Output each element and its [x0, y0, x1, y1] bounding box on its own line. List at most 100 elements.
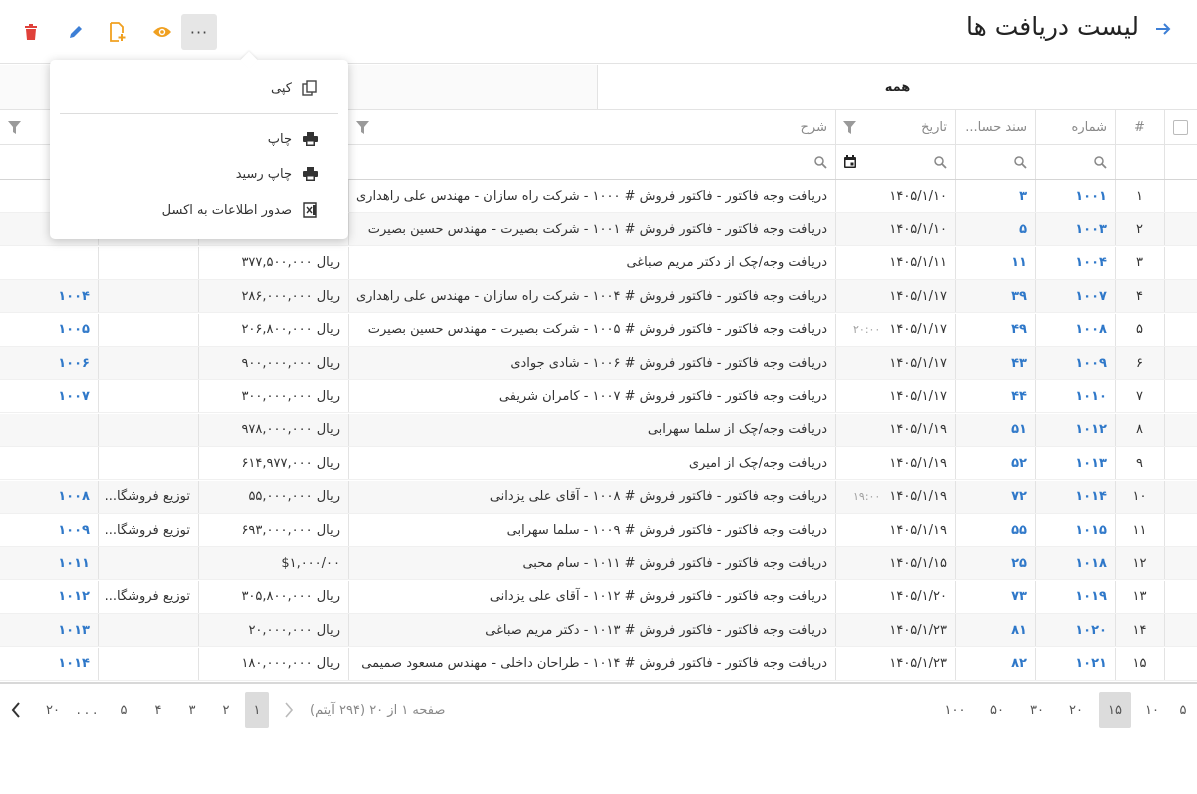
- document-number[interactable]: ۲۵: [955, 547, 1035, 579]
- receipt-number-text[interactable]: ۱۰۱۳: [1075, 456, 1107, 471]
- document-number-text[interactable]: ۳۹: [1011, 289, 1027, 304]
- invoice-ref[interactable]: ۱۰۱۱: [0, 547, 98, 579]
- table-row[interactable]: ۱۰ ۱۰۱۴ ۷۲ ۱۴۰۵/۱/۱۹ ۱۹:۰۰ دریافت وجه فاکتور …: [0, 480, 1197, 514]
- invoice-ref[interactable]: ۱۰۰۹: [0, 514, 98, 546]
- receipt-number-text[interactable]: ۱۰۱۸: [1075, 556, 1107, 571]
- invoice-ref[interactable]: ۱۰۱۲: [0, 581, 98, 613]
- column-header-index[interactable]: #: [1115, 110, 1164, 144]
- receipt-number-text[interactable]: ۱۰۰۹: [1075, 356, 1107, 371]
- invoice-ref-text[interactable]: ۱۰۱۱: [58, 556, 90, 571]
- select-all-cell[interactable]: [1164, 110, 1197, 144]
- page-button[interactable]: ۲: [213, 692, 239, 728]
- document-number[interactable]: ۴۳: [955, 347, 1035, 379]
- receipt-number[interactable]: ۱۰۰۸: [1035, 314, 1115, 346]
- page-size-option[interactable]: ۵: [1170, 692, 1196, 728]
- page-button[interactable]: ۴: [145, 692, 171, 728]
- menu-item-print[interactable]: چاپ: [268, 127, 318, 151]
- edit-button[interactable]: [57, 14, 93, 50]
- document-number-text[interactable]: ۴۴: [1011, 389, 1027, 404]
- document-number[interactable]: ۸۲: [955, 648, 1035, 680]
- receipt-number[interactable]: ۱۰۰۳: [1035, 213, 1115, 245]
- filter-icon[interactable]: [8, 120, 21, 134]
- receipt-number[interactable]: ۱۰۱۴: [1035, 481, 1115, 513]
- invoice-ref-text[interactable]: ۱۰۰۵: [58, 322, 90, 337]
- page-button[interactable]: ۵: [111, 692, 137, 728]
- table-row[interactable]: ۱۲ ۱۰۱۸ ۲۵ ۱۴۰۵/۱/۱۵ دریافت وجه فاکتور - فاک…: [0, 547, 1197, 581]
- filter-icon[interactable]: [843, 120, 856, 134]
- filter-icon[interactable]: [356, 120, 369, 134]
- receipt-number-text[interactable]: ۱۰۱۴: [1075, 489, 1107, 504]
- invoice-ref[interactable]: ۱۰۱۳: [0, 614, 98, 646]
- document-number[interactable]: ۵: [955, 213, 1035, 245]
- invoice-ref-text[interactable]: ۱۰۰۷: [58, 389, 90, 404]
- invoice-ref-text[interactable]: ۱۰۰۶: [58, 356, 90, 371]
- invoice-ref[interactable]: [0, 414, 98, 446]
- current-page-button[interactable]: ۱: [245, 692, 269, 728]
- select-all-checkbox[interactable]: [1173, 119, 1188, 135]
- receipt-number-text[interactable]: ۱۰۱۹: [1075, 589, 1107, 604]
- more-actions-button[interactable]: ···: [181, 14, 217, 50]
- table-row[interactable]: ۴ ۱۰۰۷ ۳۹ ۱۴۰۵/۱/۱۷ دریافت وجه فاکتور - فاکت…: [0, 280, 1197, 314]
- invoice-ref[interactable]: [0, 447, 98, 479]
- receipt-number[interactable]: ۱۰۰۹: [1035, 347, 1115, 379]
- document-number-text[interactable]: ۳: [1019, 189, 1027, 204]
- page-size-option[interactable]: ۳۰: [1024, 692, 1050, 728]
- page-size-option[interactable]: ۲۰: [1063, 692, 1089, 728]
- column-header-description[interactable]: شرح: [348, 110, 835, 144]
- page-button[interactable]: ۲۰: [40, 692, 66, 728]
- document-number[interactable]: ۴۴: [955, 380, 1035, 412]
- document-number[interactable]: ۵۱: [955, 414, 1035, 446]
- document-number-text[interactable]: ۸۱: [1011, 623, 1027, 638]
- invoice-ref[interactable]: ۱۰۰۷: [0, 380, 98, 412]
- document-number-text[interactable]: ۴۹: [1011, 322, 1027, 337]
- invoice-ref[interactable]: [0, 247, 98, 279]
- document-number-text[interactable]: ۴۳: [1011, 356, 1027, 371]
- menu-item-print-receipt[interactable]: چاپ رسید: [236, 162, 318, 186]
- document-number[interactable]: ۵۵: [955, 514, 1035, 546]
- invoice-ref-text[interactable]: ۱۰۰۹: [58, 523, 90, 538]
- receipt-number-text[interactable]: ۱۰۱۵: [1075, 523, 1107, 538]
- document-number-text[interactable]: ۷۲: [1011, 489, 1027, 504]
- receipt-number[interactable]: ۱۰۱۰: [1035, 380, 1115, 412]
- receipt-number-text[interactable]: ۱۰۱۲: [1075, 422, 1107, 437]
- receipt-number[interactable]: ۱۰۰۴: [1035, 247, 1115, 279]
- view-button[interactable]: [144, 14, 180, 50]
- back-arrow-icon[interactable]: [1151, 18, 1175, 46]
- receipt-number-text[interactable]: ۱۰۰۴: [1075, 255, 1107, 270]
- table-row[interactable]: ۵ ۱۰۰۸ ۴۹ ۱۴۰۵/۱/۱۷ ۲۰:۰۰ دریافت وجه فاکتور -…: [0, 313, 1197, 347]
- document-number-text[interactable]: ۵۵: [1011, 523, 1027, 538]
- column-header-number[interactable]: شماره: [1035, 110, 1115, 144]
- table-row[interactable]: ۸ ۱۰۱۲ ۵۱ ۱۴۰۵/۱/۱۹ دریافت وجه/چک از سلما سه…: [0, 413, 1197, 447]
- tab-all[interactable]: همه: [597, 65, 1197, 109]
- receipt-number-text[interactable]: ۱۰۲۱: [1075, 656, 1107, 671]
- page-button[interactable]: ۳: [179, 692, 205, 728]
- receipt-number-text[interactable]: ۱۰۰۳: [1075, 222, 1107, 237]
- invoice-ref[interactable]: ۱۰۰۴: [0, 280, 98, 312]
- invoice-ref-text[interactable]: ۱۰۰۸: [58, 489, 90, 504]
- table-row[interactable]: ۱۵ ۱۰۲۱ ۸۲ ۱۴۰۵/۱/۲۳ دریافت وجه فاکتور - فاک…: [0, 647, 1197, 681]
- receipt-number[interactable]: ۱۰۲۰: [1035, 614, 1115, 646]
- column-header-doc[interactable]: سند حسا...: [955, 110, 1035, 144]
- receipt-number-text[interactable]: ۱۰۲۰: [1075, 623, 1107, 638]
- prev-page-button[interactable]: [276, 692, 302, 728]
- table-row[interactable]: ۶ ۱۰۰۹ ۴۳ ۱۴۰۵/۱/۱۷ دریافت وجه فاکتور - فاکت…: [0, 347, 1197, 380]
- doc-filter[interactable]: [955, 145, 1035, 179]
- page-size-option[interactable]: ۱۰: [1139, 692, 1165, 728]
- table-row[interactable]: ۹ ۱۰۱۳ ۵۲ ۱۴۰۵/۱/۱۹ دریافت وجه/چک از امیری ری…: [0, 447, 1197, 481]
- calendar-icon[interactable]: [843, 155, 857, 169]
- document-number-text[interactable]: ۷۳: [1011, 589, 1027, 604]
- table-row[interactable]: ۱۳ ۱۰۱۹ ۷۳ ۱۴۰۵/۱/۲۰ دریافت وجه فاکتور - فاک…: [0, 580, 1197, 614]
- document-number-text[interactable]: ۲۵: [1011, 556, 1027, 571]
- receipt-number-text[interactable]: ۱۰۰۸: [1075, 322, 1107, 337]
- menu-item-copy[interactable]: کپی: [271, 76, 318, 100]
- invoice-ref[interactable]: ۱۰۰۵: [0, 314, 98, 346]
- document-number-text[interactable]: ۵۲: [1011, 456, 1027, 471]
- receipt-number[interactable]: ۱۰۱۵: [1035, 514, 1115, 546]
- document-number[interactable]: ۸۱: [955, 614, 1035, 646]
- document-number-text[interactable]: ۵۱: [1011, 422, 1027, 437]
- next-page-button[interactable]: [3, 692, 29, 728]
- table-row[interactable]: ۱۴ ۱۰۲۰ ۸۱ ۱۴۰۵/۱/۲۳ دریافت وجه فاکتور - فاک…: [0, 614, 1197, 648]
- document-number-text[interactable]: ۸۲: [1011, 656, 1027, 671]
- delete-button[interactable]: [13, 14, 49, 50]
- document-number[interactable]: ۴۹: [955, 314, 1035, 346]
